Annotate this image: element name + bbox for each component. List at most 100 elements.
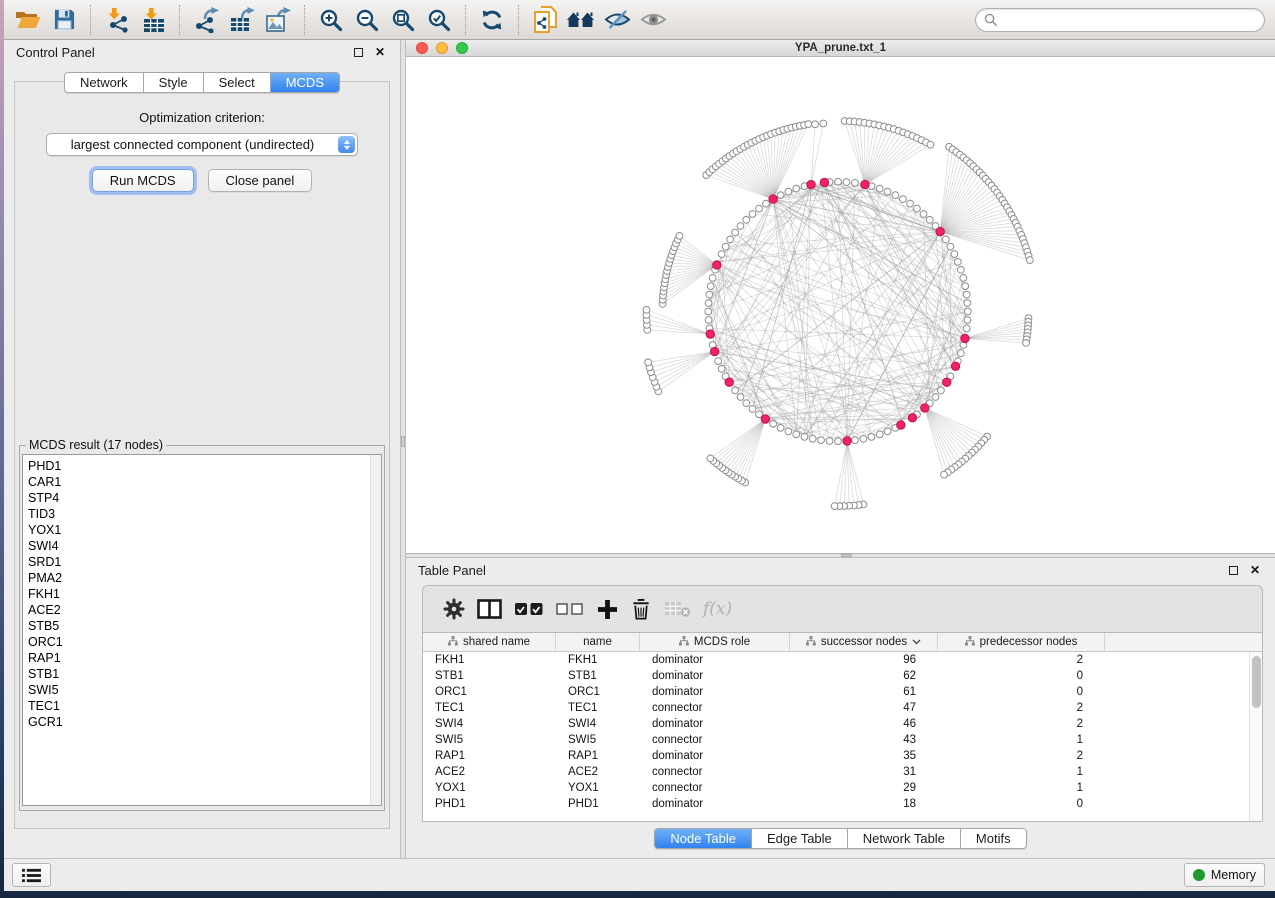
columns-icon <box>477 599 502 619</box>
mcds-result-item-phd1[interactable]: PHD1 <box>28 458 381 474</box>
cell-shared-name: SWI4 <box>423 716 556 732</box>
open-session-button[interactable] <box>10 4 46 36</box>
deselect-all-button[interactable] <box>550 592 590 626</box>
cell-mcds-role: connector <box>640 780 790 796</box>
export-image-button[interactable] <box>260 4 296 36</box>
table-row-stb1[interactable]: STB1STB1dominator620 <box>423 668 1262 684</box>
mcds-result-item-stb1[interactable]: STB1 <box>28 666 381 682</box>
show-columns-button[interactable] <box>471 592 508 626</box>
mcds-result-item-stb5[interactable]: STB5 <box>28 618 381 634</box>
mcds-result-item-swi5[interactable]: SWI5 <box>28 682 381 698</box>
search-box[interactable] <box>975 8 1265 32</box>
float-table-panel-button[interactable] <box>1225 562 1241 578</box>
list-scrollbar-track[interactable] <box>370 455 381 805</box>
table-row-ace2[interactable]: ACE2ACE2connector311 <box>423 764 1262 780</box>
first-neighbors-button[interactable] <box>563 4 599 36</box>
sort-desc-icon <box>912 636 921 648</box>
mcds-result-item-pma2[interactable]: PMA2 <box>28 570 381 586</box>
float-panel-button[interactable] <box>350 44 366 60</box>
table-scrollbar[interactable] <box>1249 652 1262 821</box>
cell-shared-name: ORC1 <box>423 684 556 700</box>
mcds-result-item-ace2[interactable]: ACE2 <box>28 602 381 618</box>
mcds-result-list[interactable]: PHD1CAR1STP4TID3YOX1SWI4SRD1PMA2FKH1ACE2… <box>22 454 382 806</box>
save-session-button[interactable] <box>46 4 82 36</box>
table-row-fkh1[interactable]: FKH1FKH1dominator962 <box>423 652 1262 668</box>
zoom-out-button[interactable] <box>349 4 385 36</box>
memory-button[interactable]: Memory <box>1184 863 1265 887</box>
close-panel-button[interactable]: Close panel <box>208 169 313 192</box>
export-table-button[interactable] <box>224 4 260 36</box>
table-row-rap1[interactable]: RAP1RAP1dominator352 <box>423 748 1262 764</box>
table-row-tec1[interactable]: TEC1TEC1connector472 <box>423 700 1262 716</box>
panel-menu-button[interactable] <box>12 863 51 887</box>
table-row-swi5[interactable]: SWI5SWI5connector431 <box>423 732 1262 748</box>
select-all-button[interactable] <box>508 592 550 626</box>
zoom-fit-button[interactable] <box>385 4 421 36</box>
mcds-result-item-stp4[interactable]: STP4 <box>28 490 381 506</box>
status-bar: Memory <box>4 858 1275 891</box>
toolbar-separator <box>90 5 91 35</box>
network-canvas[interactable] <box>406 57 1275 553</box>
tab-node-table[interactable]: Node Table <box>655 829 752 848</box>
table-row-orc1[interactable]: ORC1ORC1dominator610 <box>423 684 1262 700</box>
tab-style[interactable]: Style <box>144 73 204 92</box>
zoom-selected-button[interactable] <box>421 4 457 36</box>
import-table-button[interactable] <box>135 4 171 36</box>
cell-mcds-role: connector <box>640 732 790 748</box>
delete-column-button[interactable] <box>624 592 658 626</box>
splitter-handle[interactable] <box>401 436 405 447</box>
mcds-result-item-rap1[interactable]: RAP1 <box>28 650 381 666</box>
zoom-selected-icon <box>427 8 451 32</box>
mcds-result-item-fkh1[interactable]: FKH1 <box>28 586 381 602</box>
column-header-name[interactable]: name <box>556 633 640 651</box>
cell-successor-nodes: 96 <box>790 652 938 668</box>
export-network-button[interactable] <box>188 4 224 36</box>
tab-edge-table[interactable]: Edge Table <box>752 829 848 848</box>
import-network-button[interactable] <box>99 4 135 36</box>
table-row-yox1[interactable]: YOX1YOX1connector291 <box>423 780 1262 796</box>
column-header-predecessor-nodes[interactable]: predecessor nodes <box>938 633 1105 651</box>
column-header-shared-name[interactable]: shared name <box>423 633 556 651</box>
cell-predecessor-nodes: 2 <box>938 748 1105 764</box>
optimization-criterion-select[interactable]: largest connected component (undirected) <box>46 133 358 156</box>
search-input[interactable] <box>1002 13 1256 27</box>
cell-successor-nodes: 29 <box>790 780 938 796</box>
mcds-result-item-car1[interactable]: CAR1 <box>28 474 381 490</box>
create-column-button[interactable] <box>590 592 624 626</box>
mcds-result-item-tec1[interactable]: TEC1 <box>28 698 381 714</box>
new-network-from-selection-button[interactable] <box>527 4 563 36</box>
show-all-button[interactable] <box>635 4 671 36</box>
column-header-successor-nodes[interactable]: successor nodes <box>790 633 938 651</box>
fx-icon: f(x) <box>703 599 732 619</box>
run-mcds-button[interactable]: Run MCDS <box>92 169 194 192</box>
column-header-mcds-role[interactable]: MCDS role <box>640 633 790 651</box>
table-scrollbar-thumb[interactable] <box>1252 656 1261 708</box>
network-graph[interactable] <box>406 57 1275 553</box>
zoom-in-button[interactable] <box>313 4 349 36</box>
cell-shared-name: STB1 <box>423 668 556 684</box>
tab-network[interactable]: Network <box>65 73 144 92</box>
horizontal-splitter[interactable] <box>406 554 1275 558</box>
network-from-selection-icon <box>533 6 558 33</box>
mcds-result-item-tid3[interactable]: TID3 <box>28 506 381 522</box>
table-row-swi4[interactable]: SWI4SWI4dominator462 <box>423 716 1262 732</box>
tab-motifs[interactable]: Motifs <box>961 829 1026 848</box>
table-settings-button[interactable] <box>437 592 471 626</box>
refresh-view-button[interactable] <box>474 4 510 36</box>
mcds-result-item-yox1[interactable]: YOX1 <box>28 522 381 538</box>
cell-name: RAP1 <box>556 748 640 764</box>
mcds-result-item-srd1[interactable]: SRD1 <box>28 554 381 570</box>
table-row-phd1[interactable]: PHD1PHD1dominator180 <box>423 796 1262 812</box>
close-control-panel-button[interactable]: ✕ <box>372 44 388 60</box>
mcds-result-item-orc1[interactable]: ORC1 <box>28 634 381 650</box>
tab-select[interactable]: Select <box>204 73 271 92</box>
close-table-panel-button[interactable]: ✕ <box>1247 562 1263 578</box>
mcds-result-item-gcr1[interactable]: GCR1 <box>28 714 381 730</box>
hide-selected-button[interactable] <box>599 4 635 36</box>
splitter-handle[interactable] <box>841 554 852 557</box>
tab-mcds[interactable]: MCDS <box>271 73 339 92</box>
optimization-criterion-label: Optimization criterion: <box>15 110 389 125</box>
tab-network-table[interactable]: Network Table <box>848 829 961 848</box>
cell-predecessor-nodes: 0 <box>938 684 1105 700</box>
mcds-result-item-swi4[interactable]: SWI4 <box>28 538 381 554</box>
